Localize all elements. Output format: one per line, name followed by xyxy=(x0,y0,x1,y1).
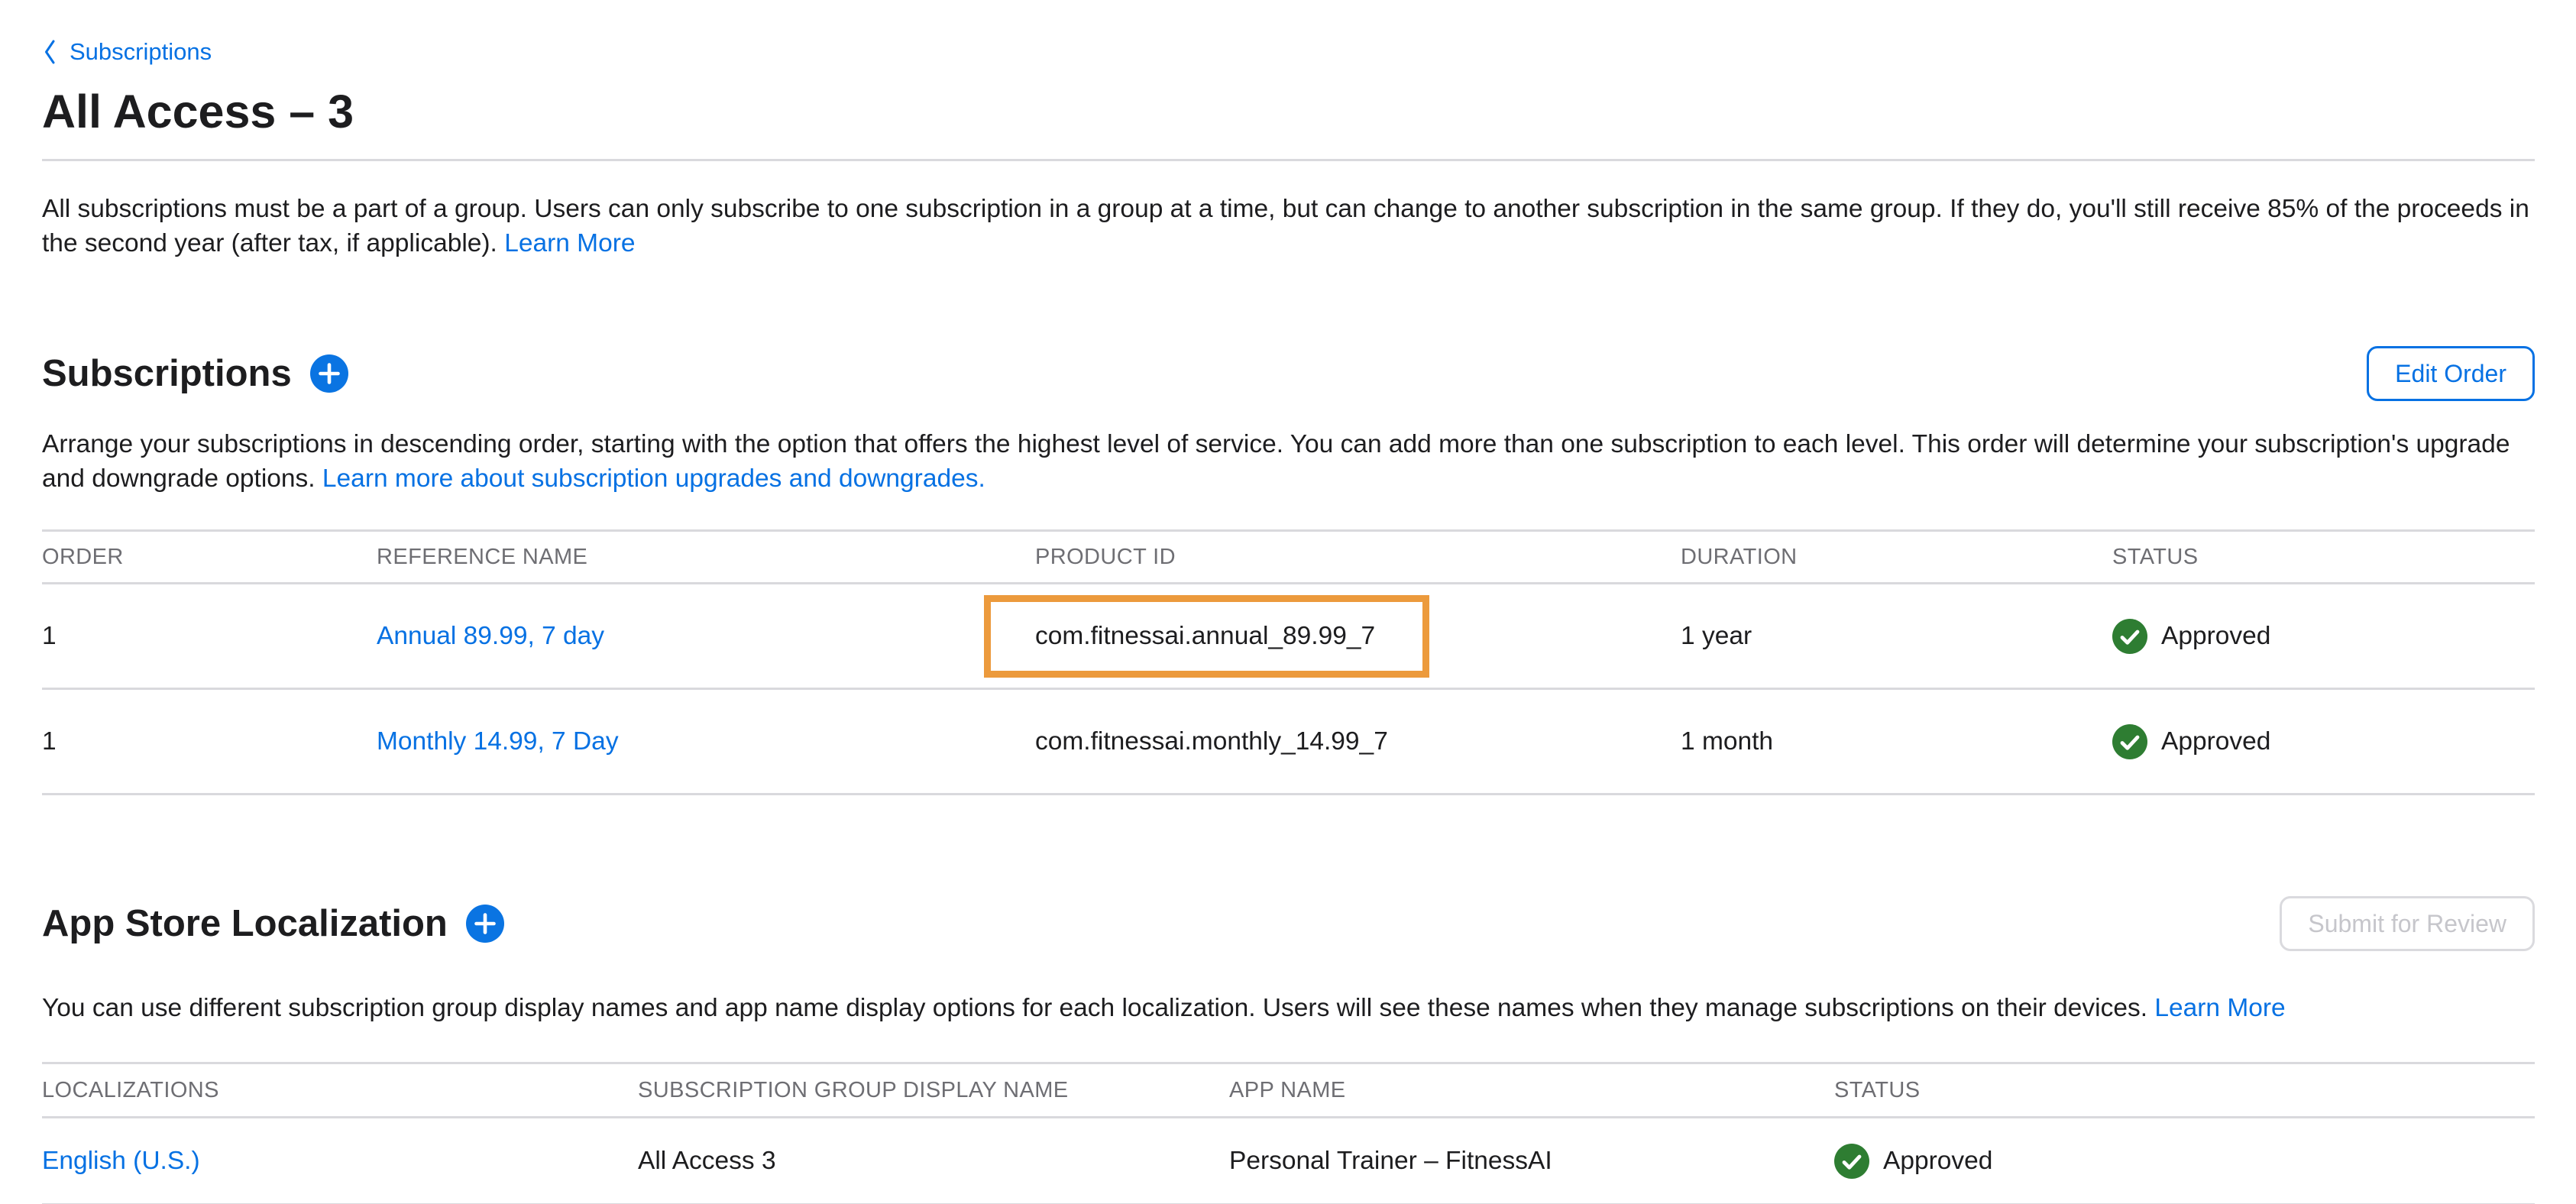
title-divider xyxy=(42,159,2535,161)
add-localization-button[interactable] xyxy=(466,905,504,943)
reference-name-cell: Annual 89.99, 7 day xyxy=(377,622,1035,651)
subscriptions-learn-more-link[interactable]: Learn more about subscription upgrades a… xyxy=(322,464,985,493)
column-header-loc-status: STATUS xyxy=(1834,1078,2535,1103)
localization-link[interactable]: English (U.S.) xyxy=(42,1147,200,1175)
column-header-status: STATUS xyxy=(2112,545,2535,570)
column-header-group-display-name: SUBSCRIPTION GROUP DISPLAY NAME xyxy=(638,1078,1229,1103)
subscriptions-table-body: 1 Annual 89.99, 7 day com.fitnessai.annu… xyxy=(42,584,2535,795)
order-cell: 1 xyxy=(42,727,377,756)
subscription-row: 1 Monthly 14.99, 7 Day com.fitnessai.mon… xyxy=(42,690,2535,795)
column-header-product-id: PRODUCT ID xyxy=(1035,545,1681,570)
localization-table-header-row: LOCALIZATIONS SUBSCRIPTION GROUP DISPLAY… xyxy=(42,1062,2535,1118)
column-header-order: ORDER xyxy=(42,545,377,570)
reference-name-cell: Monthly 14.99, 7 Day xyxy=(377,727,1035,756)
subscription-row: 1 Annual 89.99, 7 day com.fitnessai.annu… xyxy=(42,584,2535,690)
localization-section-title: App Store Localization xyxy=(42,901,448,946)
localization-description: You can use different subscription group… xyxy=(42,991,2535,1025)
intro-body: All subscriptions must be a part of a gr… xyxy=(42,195,2529,257)
status-label: Approved xyxy=(2161,622,2270,651)
order-cell: 1 xyxy=(42,622,377,651)
subscriptions-table: ORDER REFERENCE NAME PRODUCT ID DURATION… xyxy=(42,529,2535,795)
chevron-left-icon xyxy=(42,38,57,66)
check-circle-icon xyxy=(1834,1144,1869,1179)
localization-learn-more-link[interactable]: Learn More xyxy=(2154,994,2285,1022)
check-circle-icon xyxy=(2112,619,2147,654)
subscriptions-title-wrap: Subscriptions xyxy=(42,351,348,396)
loc-status-label: Approved xyxy=(1883,1147,1992,1176)
status-label: Approved xyxy=(2161,727,2270,756)
localization-row: English (U.S.) All Access 3 Personal Tra… xyxy=(42,1118,2535,1204)
column-header-app-name: APP NAME xyxy=(1229,1078,1834,1103)
add-subscription-button[interactable] xyxy=(310,354,348,393)
status-cell: Approved xyxy=(2112,724,2535,759)
page-title: All Access – 3 xyxy=(42,84,2535,139)
subscriptions-table-header-row: ORDER REFERENCE NAME PRODUCT ID DURATION… xyxy=(42,529,2535,584)
localization-table-body: English (U.S.) All Access 3 Personal Tra… xyxy=(42,1118,2535,1204)
subscriptions-section-header: Subscriptions Edit Order xyxy=(42,346,2535,401)
reference-name-link[interactable]: Annual 89.99, 7 day xyxy=(377,622,604,650)
localization-table: LOCALIZATIONS SUBSCRIPTION GROUP DISPLAY… xyxy=(42,1062,2535,1204)
submit-for-review-button[interactable]: Submit for Review xyxy=(2280,896,2535,951)
product-id-value: com.fitnessai.annual_89.99_7 xyxy=(984,595,1429,678)
check-circle-icon xyxy=(2112,724,2147,759)
product-id-cell: com.fitnessai.annual_89.99_7 xyxy=(1035,595,1681,678)
status-cell: Approved xyxy=(2112,619,2535,654)
loc-status-cell: Approved xyxy=(1834,1144,2535,1179)
duration-cell: 1 month xyxy=(1681,727,2112,756)
column-header-reference-name: REFERENCE NAME xyxy=(377,545,1035,570)
product-id-value: com.fitnessai.monthly_14.99_7 xyxy=(1035,727,1388,756)
group-display-name-cell: All Access 3 xyxy=(638,1147,1229,1176)
column-header-duration: DURATION xyxy=(1681,545,2112,570)
subscriptions-description: Arrange your subscriptions in descending… xyxy=(42,427,2535,496)
breadcrumb[interactable]: Subscriptions xyxy=(42,38,212,66)
edit-order-button[interactable]: Edit Order xyxy=(2367,346,2535,401)
page-content: Subscriptions All Access – 3 All subscri… xyxy=(0,0,2576,1204)
localization-title-wrap: App Store Localization xyxy=(42,901,504,946)
breadcrumb-label[interactable]: Subscriptions xyxy=(70,38,212,66)
localization-cell: English (U.S.) xyxy=(42,1147,638,1176)
column-header-localizations: LOCALIZATIONS xyxy=(42,1078,638,1103)
localization-description-body: You can use different subscription group… xyxy=(42,994,2147,1022)
duration-cell: 1 year xyxy=(1681,622,2112,651)
subscriptions-section-title: Subscriptions xyxy=(42,351,292,396)
app-name-cell: Personal Trainer – FitnessAI xyxy=(1229,1147,1834,1176)
reference-name-link[interactable]: Monthly 14.99, 7 Day xyxy=(377,727,619,756)
intro-text: All subscriptions must be a part of a gr… xyxy=(42,192,2535,261)
localization-section-header: App Store Localization Submit for Review xyxy=(42,896,2535,951)
intro-learn-more-link[interactable]: Learn More xyxy=(504,229,635,257)
product-id-cell: com.fitnessai.monthly_14.99_7 xyxy=(1035,727,1681,756)
